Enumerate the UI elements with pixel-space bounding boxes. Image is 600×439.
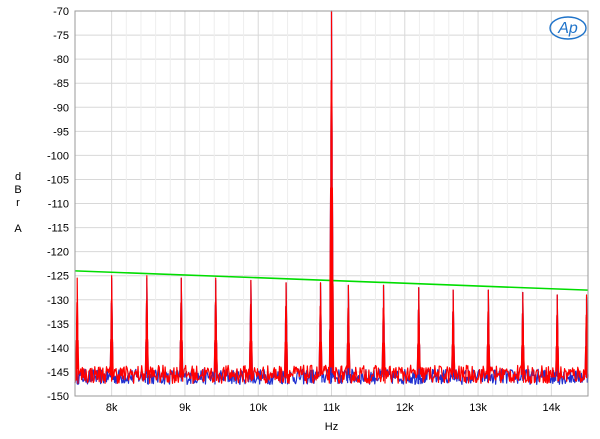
y-axis-label: dBr A xyxy=(14,171,22,235)
y-tick-label: -130 xyxy=(47,295,69,307)
chart-frame: -70 -75 -80 -85 -90 -95 -100 -105 -110 -115 -120 -1… xyxy=(0,0,600,439)
y-tick-label: -115 xyxy=(48,223,69,235)
y-tick-label: -125 xyxy=(47,271,69,283)
y-tick-label: -145 xyxy=(47,367,69,379)
x-tick-label: 12k xyxy=(396,402,414,414)
tick-layer: -70 -75 -80 -85 -90 -95 -100 -105 -110 -115 -120 -1… xyxy=(47,6,561,414)
x-tick-label: 10k xyxy=(249,402,267,414)
y-tick-label: -105 xyxy=(47,174,69,186)
y-tick-label: -85 xyxy=(53,78,69,90)
x-axis-label: Hz xyxy=(325,421,338,433)
x-tick-label: 13k xyxy=(469,402,487,414)
y-tick-label: -140 xyxy=(47,343,69,355)
audio-precision-logo-text: Ap xyxy=(557,20,578,37)
y-tick-label: -110 xyxy=(48,199,69,211)
x-tick-label: 11k xyxy=(323,402,340,414)
y-tick-label: -135 xyxy=(47,319,69,331)
y-axis-label-line: r xyxy=(16,197,20,209)
y-tick-label: -75 xyxy=(53,30,69,42)
y-tick-label: -120 xyxy=(47,247,69,259)
x-tick-label: 9k xyxy=(179,402,191,414)
y-tick-label: -100 xyxy=(47,150,69,162)
x-tick-label: 14k xyxy=(542,402,560,414)
y-tick-label: -95 xyxy=(53,126,69,138)
y-tick-label: -90 xyxy=(53,102,69,114)
y-tick-label: -80 xyxy=(53,54,69,66)
y-axis-label-line: B xyxy=(14,184,21,196)
x-tick-label: 8k xyxy=(106,402,118,414)
series-layer xyxy=(74,10,589,386)
y-axis-label-line: A xyxy=(14,223,22,235)
logo: Ap xyxy=(549,16,587,40)
fft-chart: -70 -75 -80 -85 -90 -95 -100 -105 -110 -115 -120 -1… xyxy=(14,6,589,433)
y-axis-label-line: d xyxy=(15,171,21,183)
y-tick-label: -150 xyxy=(47,391,69,403)
red-spectrum-series xyxy=(74,10,589,385)
y-tick-label: -70 xyxy=(53,6,69,18)
